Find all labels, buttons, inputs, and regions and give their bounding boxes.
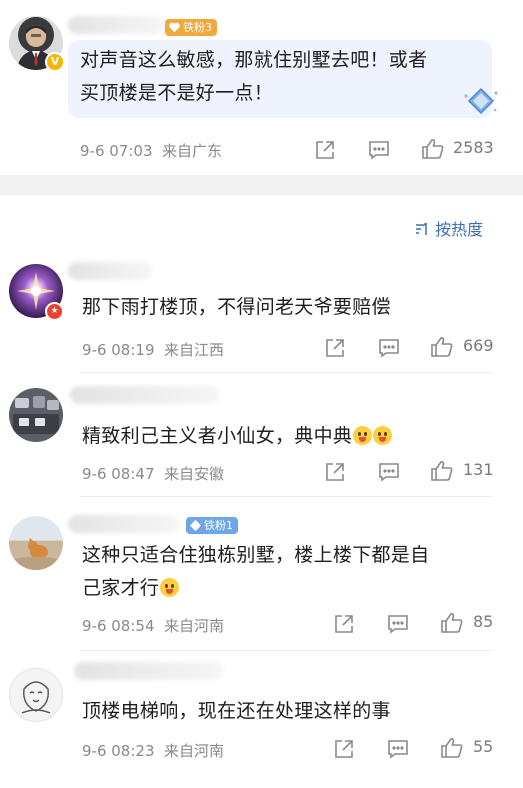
comment-button[interactable]: [387, 613, 409, 635]
username-blurred[interactable]: [74, 662, 224, 680]
fan-badge-label: 铁粉3: [183, 21, 212, 34]
divider: [80, 372, 493, 373]
username-blurred[interactable]: [70, 386, 220, 404]
diamond-icon: [189, 519, 202, 532]
comment-time: 9-6 08:19: [82, 341, 155, 359]
comment-icon: [388, 615, 408, 634]
comment-time: 9-6 08:23: [82, 742, 155, 760]
like-button[interactable]: 55: [440, 736, 500, 760]
comment-meta: 9-6 08:47 来自安徽: [82, 463, 224, 484]
comment-meta: 9-6 07:03 来自广东: [80, 140, 222, 161]
top-comment: V 铁粉3 对声音这么敏感，那就住别墅去吧！或者 买顶楼是不是好一点！ 9-6 …: [0, 0, 523, 175]
comment-button[interactable]: [378, 337, 400, 359]
comment-icon: [388, 740, 408, 759]
comment-text: 精致利己主义者小仙女，典中典: [82, 420, 393, 453]
comment-text: 那下雨打楼顶，不得问老天爷要赔偿: [82, 296, 391, 318]
comment-meta: 9-6 08:54 来自河南: [82, 615, 224, 636]
fan-badge-label: 铁粉1: [204, 519, 233, 532]
comment-text-line: 己家才行: [82, 572, 429, 605]
comment-text-line: 对声音这么敏感，那就住别墅去吧！或者: [80, 49, 428, 71]
like-button[interactable]: 131: [430, 459, 500, 483]
sort-label: 按热度: [435, 220, 484, 239]
comment-meta: 9-6 08:23 来自河南: [82, 740, 224, 761]
like-button[interactable]: 85: [440, 611, 500, 635]
like-icon: [422, 138, 444, 159]
like-icon: [431, 336, 453, 357]
comment-text-body: 精致利己主义者小仙女，典中典: [82, 425, 353, 447]
tongue-emoji-icon: [353, 426, 373, 445]
diamond-sticker-icon: [464, 87, 498, 115]
comment-location: 来自安徽: [164, 465, 225, 483]
like-count: 131: [463, 460, 494, 479]
share-icon: [316, 141, 334, 159]
comment-button[interactable]: [387, 738, 409, 760]
tongue-emoji-icon: [373, 426, 393, 445]
share-button[interactable]: [333, 613, 355, 635]
username-blurred[interactable]: [68, 515, 180, 533]
comment-text-line: 买顶楼是不是好一点！: [80, 82, 274, 104]
like-icon: [431, 460, 453, 481]
vip-badge-icon: ★: [45, 302, 64, 321]
like-count: 2583: [453, 138, 494, 157]
avatar[interactable]: [9, 516, 63, 570]
like-icon: [441, 612, 463, 633]
like-button[interactable]: 2583: [421, 137, 501, 161]
comment-icon: [379, 339, 399, 358]
comment-icon: [379, 463, 399, 482]
divider: [80, 650, 493, 651]
comment-text-line: 这种只适合住独栋别墅，楼上楼下都是自: [82, 544, 430, 566]
like-icon: [441, 737, 463, 758]
username-blurred[interactable]: [68, 16, 164, 34]
like-button[interactable]: 669: [430, 335, 500, 359]
comment-time: 9-6 07:03: [80, 142, 153, 160]
share-icon: [335, 740, 353, 758]
laughing-crying-emoji-icon: [160, 578, 180, 597]
avatar[interactable]: [9, 668, 63, 722]
comment-text: 这种只适合住独栋别墅，楼上楼下都是自 己家才行: [82, 539, 429, 605]
comment-button[interactable]: [368, 139, 390, 161]
verified-badge-icon: V: [45, 52, 65, 72]
like-count: 85: [473, 612, 494, 631]
comment-icon: [369, 141, 389, 160]
avatar[interactable]: [9, 388, 63, 442]
comment-time: 9-6 08:47: [82, 465, 155, 483]
sort-by-hot-button[interactable]: 按热度: [414, 216, 483, 240]
share-icon: [326, 339, 344, 357]
divider: [80, 496, 493, 497]
username-blurred[interactable]: [68, 262, 152, 280]
comment-text-body: 己家才行: [82, 577, 160, 599]
fan-badge: 铁粉1: [186, 517, 238, 534]
sort-icon: [416, 222, 427, 235]
comment-text: 对声音这么敏感，那就住别墅去吧！或者 买顶楼是不是好一点！: [80, 44, 427, 110]
comment-text: 顶楼电梯响，现在还在处理这样的事: [82, 700, 391, 722]
comment-time: 9-6 08:54: [82, 617, 155, 635]
comment-button[interactable]: [378, 461, 400, 483]
comment-location: 来自广东: [162, 142, 223, 160]
share-button[interactable]: [314, 139, 336, 161]
share-icon: [335, 615, 353, 633]
share-button[interactable]: [333, 738, 355, 760]
comment-location: 来自河南: [164, 617, 225, 635]
share-button[interactable]: [324, 461, 346, 483]
section-divider: [0, 175, 523, 195]
heart-shield-icon: [169, 22, 180, 33]
like-count: 55: [473, 737, 494, 756]
fan-badge: 铁粉3: [165, 19, 217, 36]
comment-location: 来自河南: [164, 742, 225, 760]
share-button[interactable]: [324, 337, 346, 359]
share-icon: [326, 463, 344, 481]
comment-meta: 9-6 08:19 来自江西: [82, 339, 224, 360]
like-count: 669: [463, 336, 494, 355]
comment-location: 来自江西: [164, 341, 225, 359]
